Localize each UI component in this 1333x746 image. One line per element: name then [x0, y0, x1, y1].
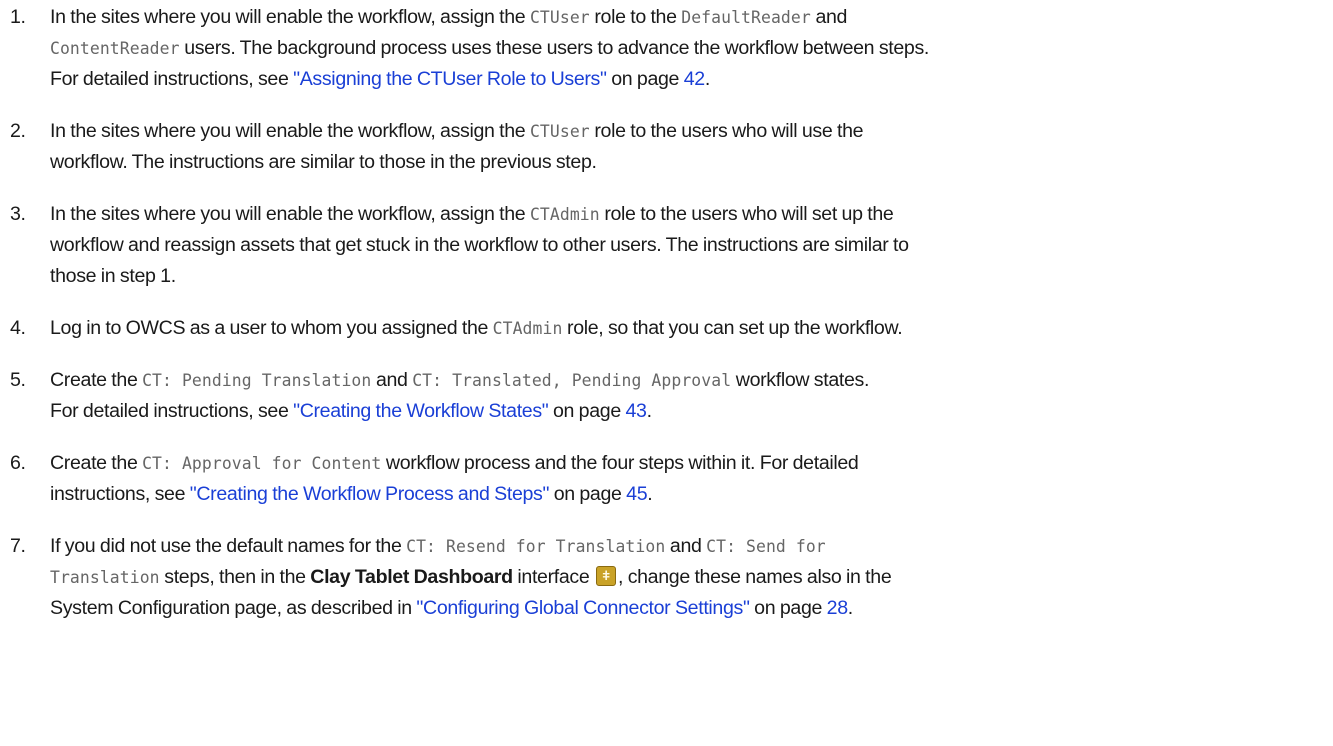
- step-1-line-3: For detailed instructions, see "Assignin…: [50, 64, 710, 95]
- step-5-line-1: Create the CT: Pending Translation and C…: [50, 365, 869, 396]
- step-2-line-1: In the sites where you will enable the w…: [50, 116, 864, 147]
- text: role to the users who will use the: [589, 120, 864, 142]
- text: role, so that you can set up the workflo…: [562, 317, 903, 339]
- text: on page: [548, 400, 626, 422]
- page-link-43[interactable]: 43: [625, 400, 646, 422]
- text: For detailed instructions, see: [50, 68, 294, 90]
- page-link-42[interactable]: 42: [684, 68, 705, 90]
- text: on page: [549, 483, 627, 505]
- step-6-line-1: Create the CT: Approval for Content work…: [50, 448, 859, 479]
- text: .: [646, 400, 652, 422]
- step-number: 7.: [10, 535, 26, 557]
- code-ct-pending-translation: CT: Pending Translation: [142, 371, 372, 390]
- text: For detailed instructions, see: [50, 400, 294, 422]
- link-creating-workflow-process-steps[interactable]: "Creating the Workflow Process and Steps…: [190, 483, 550, 505]
- step-1-line-2: ContentReader users. The background proc…: [50, 33, 929, 64]
- step-1-line-1: In the sites where you will enable the w…: [50, 2, 847, 33]
- step-number: 1.: [10, 6, 26, 28]
- step-6-line-2: instructions, see "Creating the Workflow…: [50, 479, 653, 510]
- code-ct-approval-for-content: CT: Approval for Content: [142, 454, 382, 473]
- text: In the sites where you will enable the w…: [50, 120, 530, 142]
- code-contentreader: ContentReader: [50, 39, 180, 58]
- text: role to the users who will set up the: [599, 203, 894, 225]
- text: Log in to OWCS as a user to whom you ass…: [50, 317, 493, 339]
- step-number: 2.: [10, 120, 26, 142]
- step-number: 3.: [10, 203, 26, 225]
- step-number: 4.: [10, 317, 26, 339]
- step-7-line-2: Translation steps, then in the Clay Tabl…: [50, 562, 892, 593]
- text: workflow and reassign assets that get st…: [50, 234, 909, 256]
- text: .: [647, 483, 653, 505]
- step-3-line-1: In the sites where you will enable the w…: [50, 199, 894, 230]
- text: If you did not use the default names for…: [50, 535, 407, 557]
- link-assigning-ctuser-role[interactable]: "Assigning the CTUser Role to Users": [293, 68, 607, 90]
- code-translation: Translation: [50, 568, 160, 587]
- text: .: [704, 68, 710, 90]
- step-2-line-2: workflow. The instructions are similar t…: [50, 147, 597, 178]
- text: Create the: [50, 452, 143, 474]
- page-link-45[interactable]: 45: [626, 483, 647, 505]
- text: and: [371, 369, 413, 391]
- text: workflow process and the four steps with…: [381, 452, 859, 474]
- text: users. The background process uses these…: [179, 37, 929, 59]
- text: System Configuration page, as described …: [50, 597, 417, 619]
- text: and: [810, 6, 848, 28]
- page-link-28[interactable]: 28: [827, 597, 848, 619]
- text: workflow states.: [731, 369, 870, 391]
- text: workflow. The instructions are similar t…: [50, 151, 597, 173]
- text: interface: [512, 566, 594, 588]
- step-number: 5.: [10, 369, 26, 391]
- text: on page: [606, 68, 684, 90]
- text: Create the: [50, 369, 143, 391]
- ui-label-clay-tablet-dashboard: Clay Tablet Dashboard: [310, 566, 513, 588]
- code-ct-send-for: CT: Send for: [706, 537, 826, 556]
- text: steps, then in the: [159, 566, 311, 588]
- text: .: [847, 597, 853, 619]
- code-ctadmin: CTAdmin: [492, 319, 563, 338]
- clay-tablet-dashboard-icon: ǂ: [596, 566, 616, 586]
- step-number: 6.: [10, 452, 26, 474]
- code-ctuser: CTUser: [529, 122, 590, 141]
- step-7-line-3: System Configuration page, as described …: [50, 593, 853, 624]
- text: , change these names also in the: [618, 566, 892, 588]
- text: role to the: [589, 6, 682, 28]
- code-ctadmin: CTAdmin: [529, 205, 600, 224]
- code-ct-resend-for-translation: CT: Resend for Translation: [406, 537, 666, 556]
- step-3-line-3: those in step 1.: [50, 261, 176, 292]
- step-3-line-2: workflow and reassign assets that get st…: [50, 230, 909, 261]
- step-7-line-1: If you did not use the default names for…: [50, 531, 826, 562]
- text: on page: [749, 597, 827, 619]
- text: In the sites where you will enable the w…: [50, 6, 530, 28]
- text: and: [665, 535, 707, 557]
- text: those in step 1.: [50, 265, 176, 287]
- code-ct-translated-pending-approval: CT: Translated, Pending Approval: [412, 371, 732, 390]
- link-creating-workflow-states[interactable]: "Creating the Workflow States": [293, 400, 549, 422]
- text: In the sites where you will enable the w…: [50, 203, 530, 225]
- code-ctuser: CTUser: [529, 8, 590, 27]
- link-configuring-global-connector-settings[interactable]: "Configuring Global Connector Settings": [416, 597, 749, 619]
- step-4-line-1: Log in to OWCS as a user to whom you ass…: [50, 313, 903, 344]
- code-defaultreader: DefaultReader: [681, 8, 811, 27]
- step-5-line-2: For detailed instructions, see "Creating…: [50, 396, 652, 427]
- text: instructions, see: [50, 483, 190, 505]
